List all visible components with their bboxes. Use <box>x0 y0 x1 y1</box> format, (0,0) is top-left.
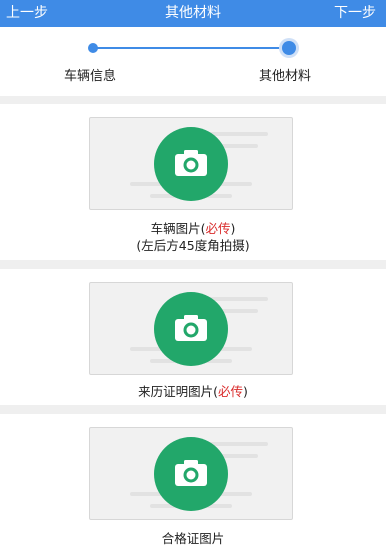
step-2-label: 其他材料 <box>259 69 312 84</box>
origin-proof-section: 来历证明图片(必传) <box>0 269 386 405</box>
step-indicator: 车辆信息 其他材料 <box>0 27 386 96</box>
origin-proof-caption: 来历证明图片(必传) <box>138 384 248 399</box>
camera-icon[interactable] <box>154 437 228 511</box>
step-2-dot <box>282 41 296 55</box>
step-1-label: 车辆信息 <box>64 69 117 84</box>
origin-proof-upload[interactable] <box>89 282 293 375</box>
top-bar: 上一步 其他材料 下一步 <box>0 0 386 27</box>
vehicle-photo-upload[interactable] <box>89 117 293 210</box>
certificate-upload[interactable] <box>89 427 293 520</box>
vehicle-photo-section: 车辆图片(必传) (左后方45度角拍摄) <box>0 104 386 260</box>
vehicle-photo-caption: 车辆图片(必传) (左后方45度角拍摄) <box>0 220 386 254</box>
upload-title: 车辆图片 <box>150 221 201 236</box>
page-title: 其他材料 <box>165 5 221 21</box>
upload-title: 来历证明图片 <box>138 384 214 399</box>
back-button[interactable]: 上一步 <box>6 0 48 27</box>
upload-hint: (左后方45度角拍摄) <box>136 238 250 253</box>
step-1-dot <box>88 43 98 53</box>
certificate-caption: 合格证图片 <box>0 530 386 547</box>
required-mark: 必传 <box>218 384 244 399</box>
camera-icon[interactable] <box>154 292 228 366</box>
camera-icon[interactable] <box>154 127 228 201</box>
step-progress-line <box>92 47 290 49</box>
next-button[interactable]: 下一步 <box>334 0 376 27</box>
certificate-section: 合格证图片 <box>0 414 386 560</box>
required-mark: 必传 <box>205 221 231 236</box>
upload-title: 合格证图片 <box>161 531 225 546</box>
